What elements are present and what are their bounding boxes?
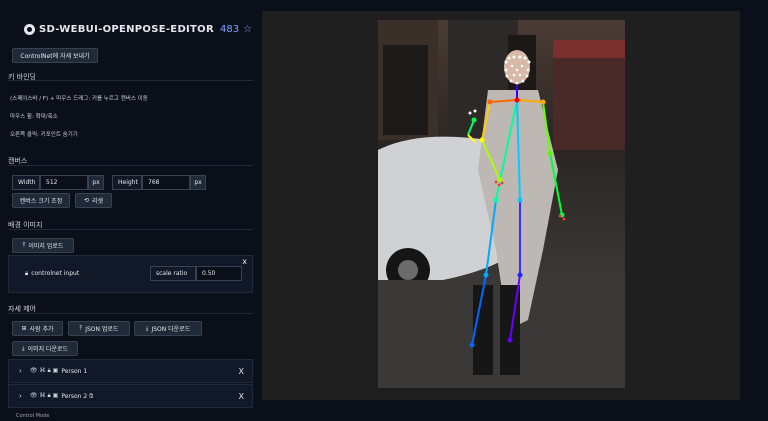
lock-icon[interactable]: 🔒︎ (47, 367, 50, 375)
upload-image-button[interactable]: ⤒ 이미지 업로드 (12, 238, 74, 253)
person-name: Person 2 (61, 392, 88, 400)
group-icon[interactable]: ▣ (53, 392, 59, 400)
pose-icon[interactable]: ⌘ (39, 392, 45, 400)
editor-title: SD-WEBUI-OPENPOSE-EDITOR (39, 23, 214, 35)
width-unit: px (88, 175, 104, 190)
keybind-desc: 확대/축소 (35, 114, 58, 120)
chevron-right-icon[interactable]: › (19, 392, 22, 400)
editor-header: SD-WEBUI-OPENPOSE-EDITOR 483 ☆ (4, 10, 256, 36)
divider (8, 165, 253, 166)
person-row-2[interactable]: › 👁︎ ⌘ 🔒︎ ▣ Person 2 ✋︎ X (8, 384, 253, 408)
json-download-label: JSON 다운로드 (151, 326, 191, 333)
controlnet-input-row: 🔒︎ controlnet input (25, 270, 79, 278)
add-person-label: 사람 추가 (29, 326, 54, 333)
keybind-desc: 키를 누르고 캔버스 이동 (91, 96, 148, 102)
add-icon: ⊞ (21, 325, 27, 332)
eye-icon[interactable]: 👁︎ (30, 392, 38, 400)
add-person-button[interactable]: ⊞ 사람 추가 (12, 321, 63, 336)
keybind-line-hide: 오른쪽 클릭: 키포인트 숨기기 (10, 130, 78, 138)
pose-skeleton-image (378, 20, 625, 388)
scale-ratio-input[interactable]: 0.50 (196, 266, 242, 281)
height-unit: px (190, 175, 206, 190)
close-icon[interactable]: X (239, 392, 244, 401)
eye-icon[interactable]: 👁︎ (30, 367, 38, 375)
divider (8, 80, 253, 81)
keybind-key: 오른쪽 클릭: (10, 132, 39, 138)
send-to-controlnet-button[interactable]: ControlNet에 자세 보내기 (12, 48, 98, 63)
person-name: Person 1 (61, 367, 88, 375)
send-to-controlnet-label: ControlNet에 자세 보내기 (20, 53, 90, 60)
keybind-line-pan: (스페이스바 / F) + 마우스 드래그: 키를 누르고 캔버스 이동 (10, 94, 148, 102)
upload-image-label: 이미지 업로드 (28, 243, 64, 250)
json-download-button[interactable]: ⤓ JSON 다운로드 (134, 321, 202, 336)
download-icon: ⤓ (145, 324, 149, 332)
scale-ratio-label: scale ratio (150, 266, 196, 281)
hand-icon: ✋︎ (89, 391, 94, 400)
divider (8, 229, 253, 230)
reset-icon: ⟲ (83, 197, 89, 204)
resize-canvas-label: 캔버스 크기 조정 (19, 198, 63, 205)
group-icon[interactable]: ▣ (53, 367, 59, 375)
pose-icon[interactable]: ⌘ (39, 367, 45, 375)
lock-icon[interactable]: 🔒︎ (25, 270, 28, 278)
reset-label: 리셋 (91, 198, 104, 205)
control-mode-label: Control Mode (16, 413, 50, 419)
close-icon[interactable]: X (239, 367, 244, 376)
upload-icon: ⤒ (79, 324, 83, 332)
github-icon[interactable] (24, 23, 35, 35)
star-count: 483 (219, 23, 240, 35)
chevron-right-icon[interactable]: › (19, 367, 22, 375)
height-input[interactable]: 768 (142, 175, 190, 190)
keybind-key: (스페이스바 / F) + 마우스 드래그: (10, 96, 91, 102)
keybind-line-zoom: 마우스 휠: 확대/축소 (10, 112, 58, 120)
divider (8, 313, 253, 314)
lock-icon[interactable]: 🔒︎ (47, 392, 50, 400)
controlnet-input-label: controlnet input (31, 270, 80, 277)
close-icon[interactable]: x (242, 257, 247, 266)
image-download-button[interactable]: ⤓ 이미지 다운로드 (12, 341, 78, 356)
image-download-label: 이미지 다운로드 (27, 346, 69, 353)
width-input[interactable]: 512 (40, 175, 88, 190)
upload-icon: ⤒ (22, 241, 26, 249)
keybind-desc: 키포인트 숨기기 (40, 132, 78, 138)
star-icon[interactable]: ☆ (243, 24, 252, 35)
width-label: Width (12, 175, 40, 190)
top-strip (0, 0, 768, 6)
resize-canvas-button[interactable]: 캔버스 크기 조정 (12, 193, 70, 208)
background-photo[interactable] (378, 20, 625, 388)
keybind-key: 마우스 휠: (10, 114, 34, 120)
download-icon: ⤓ (21, 344, 25, 352)
person-row-1[interactable]: › 👁︎ ⌘ 🔒︎ ▣ Person 1 X (8, 359, 253, 383)
json-upload-label: JSON 업로드 (85, 326, 119, 333)
height-label: Height (112, 175, 142, 190)
reset-button[interactable]: ⟲ 리셋 (75, 193, 112, 208)
json-upload-button[interactable]: ⤒ JSON 업로드 (68, 321, 130, 336)
controlnet-input-card: x 🔒︎ controlnet input scale ratio 0.50 (8, 255, 253, 293)
